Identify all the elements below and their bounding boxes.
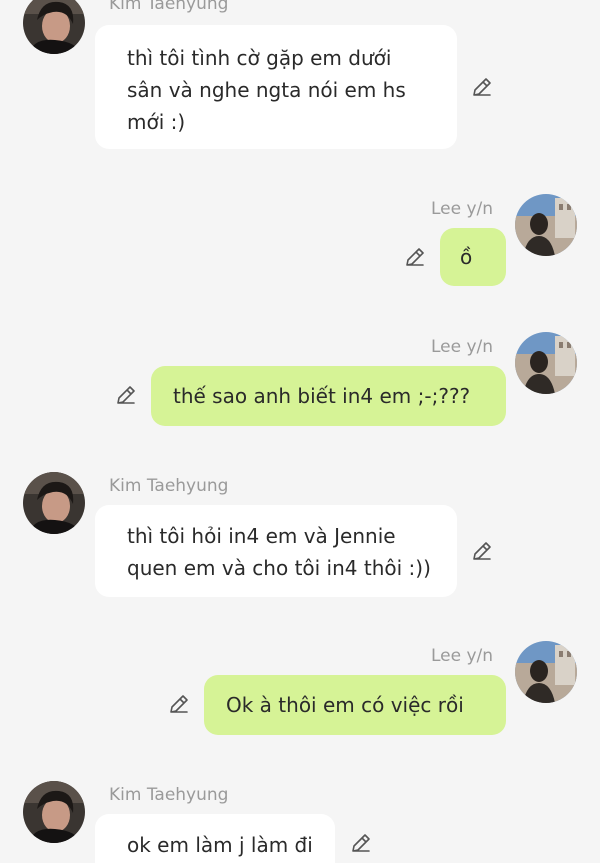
edit-icon[interactable] [403,245,427,269]
message-line: ồ [460,245,473,269]
message-bubble[interactable]: thì tôi hỏi in4 em và Jennie quen em và … [95,505,457,597]
message-line: thì tôi hỏi in4 em và Jennie [127,524,396,548]
sender-name: Lee y/n [431,199,494,219]
message-bubble[interactable]: ồ [440,228,506,286]
message-line: ok em làm j làm đi [127,833,313,857]
avatar-lee-yn[interactable] [515,194,577,256]
sender-name: Lee y/n [431,337,494,357]
edit-icon[interactable] [167,692,191,716]
sender-name: Kim Taehyung [109,785,229,805]
edit-icon[interactable] [470,75,494,99]
message-line: sân và nghe ngta nói em hs [127,78,406,102]
message-bubble[interactable]: thì tôi tình cờ gặp em dưới sân và nghe … [95,25,457,149]
avatar-lee-yn[interactable] [515,332,577,394]
message-bubble[interactable]: thế sao anh biết in4 em ;-;??? [151,366,506,426]
message-line: Ok à thôi em có việc rồi [226,693,464,717]
message-line: mới :) [127,110,186,134]
edit-icon[interactable] [470,539,494,563]
message-line: thì tôi tình cờ gặp em dưới [127,46,392,70]
avatar-kim-taehyung[interactable] [23,0,85,54]
avatar-lee-yn[interactable] [515,641,577,703]
sender-name: Kim Taehyung [109,0,229,14]
message-line: quen em và cho tôi in4 thôi :)) [127,556,431,580]
avatar-kim-taehyung[interactable] [23,472,85,534]
message-line: thế sao anh biết in4 em ;-;??? [173,384,471,408]
edit-icon[interactable] [349,831,373,855]
message-bubble[interactable]: ok em làm j làm đi [95,814,335,863]
message-bubble[interactable]: Ok à thôi em có việc rồi [204,675,506,735]
sender-name: Lee y/n [431,646,494,666]
avatar-kim-taehyung[interactable] [23,781,85,843]
sender-name: Kim Taehyung [109,476,229,496]
edit-icon[interactable] [114,383,138,407]
